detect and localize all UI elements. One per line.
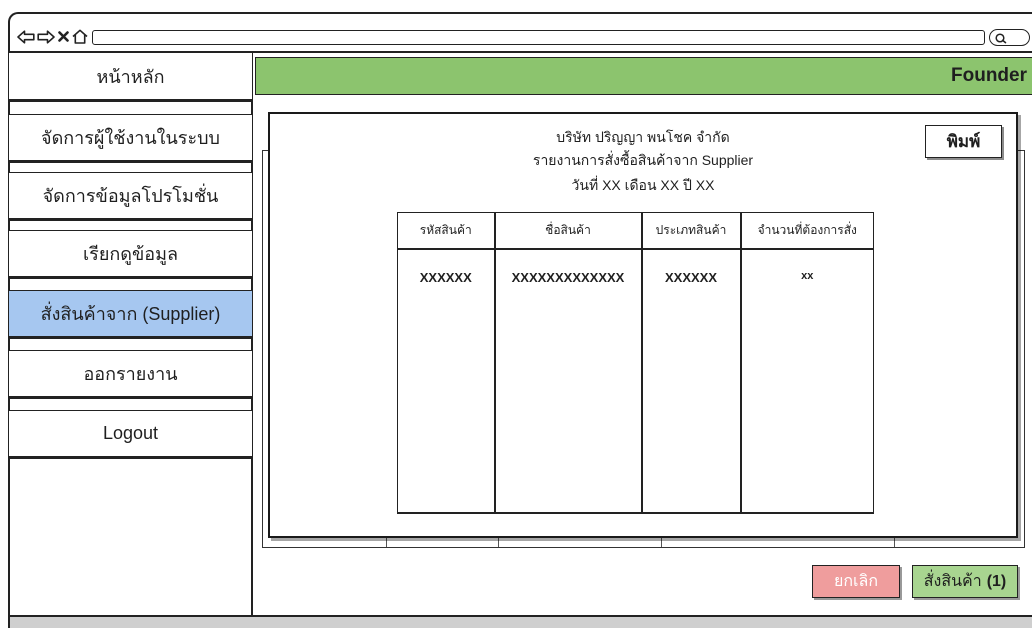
cancel-button-label: ยกเลิก [833,573,879,590]
home-button[interactable] [72,29,88,44]
user-role-label: Founder [951,65,1027,86]
close-icon [58,31,69,42]
order-count-badge: (1) [986,572,1007,590]
sidebar-item-label: หน้าหลัก [96,66,165,87]
sidebar-item-reports[interactable]: ออกรายงาน [8,350,253,397]
column-header-order-quantity: จำนวนที่ต้องการสั่ง [739,212,874,250]
sidebar-item-label: Logout [102,423,159,443]
report-date: วันที่ XX เดือน XX ปี XX [571,177,715,193]
sidebar-item-logout[interactable]: Logout [8,410,253,457]
table-cell-product-type: XXXXXX [640,248,741,514]
address-bar[interactable] [92,30,985,45]
order-button-label: สั่งสินค้า [923,573,982,590]
sidebar-item-label: จัดการผู้ใช้งานในระบบ [41,128,220,148]
sidebar-item-home[interactable]: หน้าหลัก [8,52,253,100]
cancel-button[interactable]: ยกเลิก [812,565,900,598]
sidebar-item-manage-users[interactable]: จัดการผู้ใช้งานในระบบ [8,114,253,161]
print-button-label: พิมพ์ [946,132,981,151]
top-header-bar: Founder [255,57,1032,95]
print-button[interactable]: พิมพ์ [925,125,1002,158]
status-bar [10,615,1032,628]
forward-button[interactable] [37,30,55,44]
report-table: รหัสสินค้า ชื่อสินค้า ประเภทสินค้า จำนวน… [397,212,874,514]
sidebar-item-label: ออกรายงาน [83,364,178,384]
order-products-button[interactable]: สั่งสินค้า (1) [912,565,1018,598]
back-arrow-icon [17,30,35,44]
table-cell-order-quantity: xx [739,248,874,514]
table-cell-product-code: XXXXXX [397,248,495,514]
column-header-product-code: รหัสสินค้า [397,212,495,250]
search-button[interactable] [989,29,1030,46]
company-name: บริษัท ปริญญา พนโชค จำกัด [556,129,730,145]
sidebar-item-label: สั่งสินค้าจาก (Supplier) [40,304,221,324]
home-icon [72,29,88,44]
forward-arrow-icon [37,30,55,44]
sidebar-item-order-from-supplier[interactable]: สั่งสินค้าจาก (Supplier) [8,290,253,337]
report-dialog: บริษัท ปริญญา พนโชค จำกัด รายงานการสั่งซ… [268,112,1018,538]
sidebar-item-view-data[interactable]: เรียกดูข้อมูล [8,230,253,277]
table-header-row: รหัสสินค้า ชื่อสินค้า ประเภทสินค้า จำนวน… [397,212,874,250]
back-button[interactable] [17,30,35,44]
column-header-product-name: ชื่อสินค้า [493,212,642,250]
report-title: รายงานการสั่งซื้อสินค้าจาก Supplier [532,152,754,168]
sidebar-item-label: เรียกดูข้อมูล [83,244,178,264]
column-header-product-type: ประเภทสินค้า [640,212,741,250]
sidebar-item-manage-promotions[interactable]: จัดการข้อมูลโปรโมชั่น [8,172,253,219]
table-row: XXXXXX XXXXXXXXXXXXX XXXXXX xx [397,248,874,514]
stop-button[interactable] [58,31,69,42]
table-cell-product-name: XXXXXXXXXXXXX [493,248,642,514]
search-icon [995,32,1007,43]
sidebar-item-label: จัดการข้อมูลโปรโมชั่น [42,186,219,206]
